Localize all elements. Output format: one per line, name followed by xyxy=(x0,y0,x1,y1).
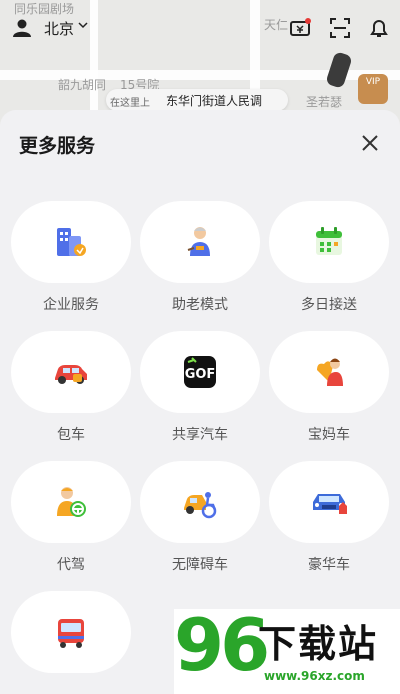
service-elderly-mode[interactable]: 助老模式 xyxy=(140,201,260,314)
service-label: 宝妈车 xyxy=(308,427,350,443)
service-card[interactable] xyxy=(11,201,131,283)
service-label: 包车 xyxy=(57,427,85,443)
service-enterprise[interactable]: 企业服务 xyxy=(11,201,131,314)
service-charter[interactable]: 包车 xyxy=(11,331,131,444)
accessible-car-icon xyxy=(184,492,217,519)
car-charter-icon xyxy=(55,365,87,384)
enterprise-building-icon xyxy=(57,228,86,256)
user-icon[interactable] xyxy=(12,18,32,38)
service-card[interactable] xyxy=(269,201,389,283)
map-label: 圣若瑟 xyxy=(306,95,343,109)
service-label: 豪华车 xyxy=(308,557,350,573)
service-card[interactable] xyxy=(11,591,131,673)
service-card[interactable] xyxy=(11,331,131,413)
service-shared-car[interactable]: GOF 共享汽车 xyxy=(140,331,260,444)
watermark-name: 下载站 xyxy=(258,622,379,666)
sheet-title: 更多服务 xyxy=(19,135,96,157)
service-label: 多日接送 xyxy=(301,297,357,313)
service-label: 助老模式 xyxy=(172,297,228,313)
calendar-icon xyxy=(316,227,342,255)
service-label: 无障碍车 xyxy=(172,557,228,573)
svg-text:GOF: GOF xyxy=(185,367,216,382)
bell-icon[interactable] xyxy=(367,16,391,40)
top-bar: 北京 xyxy=(0,8,400,48)
service-card[interactable] xyxy=(140,201,260,283)
service-card[interactable] xyxy=(140,461,260,543)
service-accessible-car[interactable]: 无障碍车 xyxy=(140,461,260,574)
service-multi-day[interactable]: 多日接送 xyxy=(269,201,389,314)
service-label: 企业服务 xyxy=(43,297,99,313)
luxury-car-icon xyxy=(313,494,347,514)
service-luxury-car[interactable]: 豪华车 xyxy=(269,461,389,574)
map-label: 韶九胡同 xyxy=(58,78,107,92)
service-designated-driver[interactable]: 代驾 xyxy=(11,461,131,574)
ticket-icon[interactable] xyxy=(288,16,312,40)
designated-driver-icon xyxy=(57,487,86,517)
close-icon[interactable] xyxy=(358,131,382,155)
watermark-logo: 96 下载站 www.96xz.com xyxy=(174,603,400,694)
bus-icon xyxy=(58,619,84,648)
service-label: 共享汽车 xyxy=(172,427,228,443)
service-label: 代驾 xyxy=(57,557,85,573)
mother-car-icon xyxy=(317,358,343,386)
chevron-down-icon[interactable] xyxy=(77,19,89,31)
pickup-address: 东华门街道人民调 xyxy=(166,94,263,108)
vip-badge[interactable]: VIP xyxy=(358,74,388,104)
service-card[interactable]: GOF xyxy=(140,331,260,413)
elderly-assist-icon xyxy=(187,227,210,256)
service-mother-car[interactable]: 宝妈车 xyxy=(269,331,389,444)
service-card[interactable] xyxy=(269,331,389,413)
service-card[interactable] xyxy=(269,461,389,543)
watermark-url: www.96xz.com xyxy=(264,669,365,683)
service-card[interactable] xyxy=(11,461,131,543)
watermark-brand: 96 xyxy=(174,603,270,687)
shared-car-icon: GOF xyxy=(184,356,216,388)
scan-icon[interactable] xyxy=(328,16,352,40)
service-bus[interactable] xyxy=(11,591,131,673)
city-selector[interactable]: 北京 xyxy=(44,18,74,39)
pickup-hint: 在这里上 xyxy=(110,98,150,109)
pickup-location-bubble[interactable]: 在这里上 东华门街道人民调 xyxy=(106,89,288,111)
